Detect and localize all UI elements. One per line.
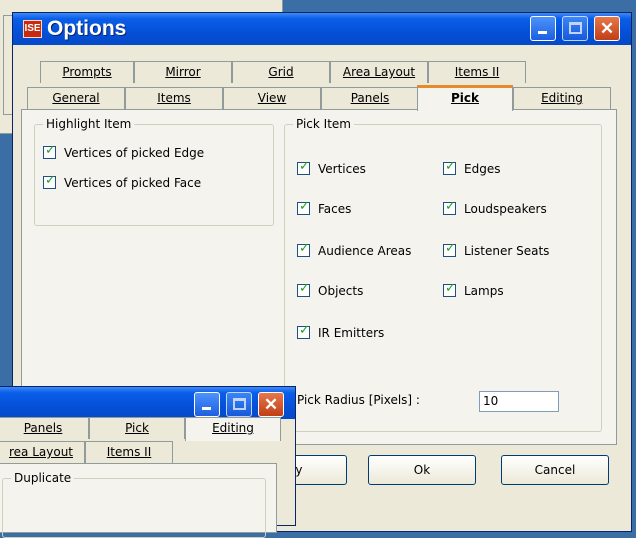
checkbox-vertices[interactable]: ✓ Vertices [297, 159, 366, 177]
maximize-icon [569, 22, 582, 34]
tab-panels[interactable]: Panels [321, 87, 419, 109]
tab-items[interactable]: Items [125, 87, 223, 109]
apply-button[interactable]: ly [287, 455, 347, 485]
second-tab-pick[interactable]: Pick [89, 417, 185, 439]
second-tab-editing[interactable]: Editing [185, 417, 281, 441]
second-close-button[interactable]: ✕ [258, 392, 284, 417]
checkbox-audience-areas[interactable]: ✓ Audience Areas [297, 241, 411, 259]
check-icon: ✓ [45, 143, 56, 158]
check-icon: ✓ [299, 241, 310, 256]
highlight-item-group: Highlight Item ✓ Vertices of picked Edge … [34, 117, 274, 226]
tab-pick[interactable]: Pick [417, 85, 513, 111]
close-icon: ✕ [263, 395, 279, 414]
highlight-item-label: Highlight Item [43, 117, 135, 131]
pick-radius-label: Pick Radius [Pixels] : [297, 393, 420, 407]
tab-general[interactable]: General [27, 87, 125, 109]
pick-radius-input[interactable]: 10 [479, 391, 559, 412]
second-minimize-button[interactable] [194, 392, 220, 417]
second-tab-panel: Duplicate [0, 463, 277, 538]
check-icon: ✓ [299, 323, 310, 338]
app-icon: ISE [23, 20, 42, 38]
check-icon: ✓ [445, 159, 456, 174]
checkbox-vertices-of-picked-edge[interactable]: ✓ Vertices of picked Edge [43, 143, 204, 161]
maximize-button[interactable] [562, 16, 588, 41]
minimize-icon [202, 407, 211, 410]
pick-item-group: Pick Item ✓ Vertices ✓ Edges ✓ Faces ✓ Louds… [284, 117, 602, 432]
window-title: Options [47, 17, 127, 40]
close-icon: ✕ [599, 19, 615, 38]
second-tab-area-layout[interactable]: rea Layout [0, 441, 85, 463]
check-icon: ✓ [445, 241, 456, 256]
check-icon: ✓ [45, 173, 56, 188]
second-options-window: ✕ Panels Pick Editing rea Layout Items I… [0, 386, 296, 538]
checkbox-edges[interactable]: ✓ Edges [443, 159, 500, 177]
cancel-button[interactable]: Cancel [501, 455, 609, 485]
second-tab-panels[interactable]: Panels [0, 417, 89, 439]
duplicate-group: Duplicate [2, 471, 266, 538]
tab-prompts[interactable]: Prompts [40, 61, 134, 83]
second-tab-items-ii[interactable]: Items II [85, 441, 173, 463]
check-icon: ✓ [299, 281, 310, 296]
pick-item-label: Pick Item [293, 117, 354, 131]
checkbox-vertices-of-picked-face[interactable]: ✓ Vertices of picked Face [43, 173, 201, 191]
duplicate-group-label: Duplicate [11, 471, 75, 485]
checkbox-listener-seats[interactable]: ✓ Listener Seats [443, 241, 549, 259]
tab-mirror[interactable]: Mirror [134, 61, 232, 83]
check-icon: ✓ [445, 199, 456, 214]
checkbox-loudspeakers[interactable]: ✓ Loudspeakers [443, 199, 547, 217]
close-button[interactable]: ✕ [594, 16, 620, 41]
checkbox-lamps[interactable]: ✓ Lamps [443, 281, 504, 299]
minimize-button[interactable] [530, 16, 556, 41]
tab-view[interactable]: View [223, 87, 321, 109]
tab-area-layout[interactable]: Area Layout [330, 61, 428, 83]
tab-items-ii[interactable]: Items II [428, 61, 526, 83]
second-title-bar[interactable]: ✕ [0, 387, 295, 419]
title-bar[interactable]: ISE Options ✕ [13, 13, 631, 45]
checkbox-faces[interactable]: ✓ Faces [297, 199, 351, 217]
check-icon: ✓ [299, 159, 310, 174]
ok-button[interactable]: Ok [368, 455, 476, 485]
tab-editing[interactable]: Editing [513, 87, 611, 109]
second-maximize-button[interactable] [226, 392, 252, 417]
check-icon: ✓ [445, 281, 456, 296]
checkbox-objects[interactable]: ✓ Objects [297, 281, 363, 299]
tab-grid[interactable]: Grid [232, 61, 330, 83]
minimize-icon [538, 31, 547, 34]
maximize-icon [233, 398, 246, 410]
check-icon: ✓ [299, 199, 310, 214]
checkbox-ir-emitters[interactable]: ✓ IR Emitters [297, 323, 384, 341]
